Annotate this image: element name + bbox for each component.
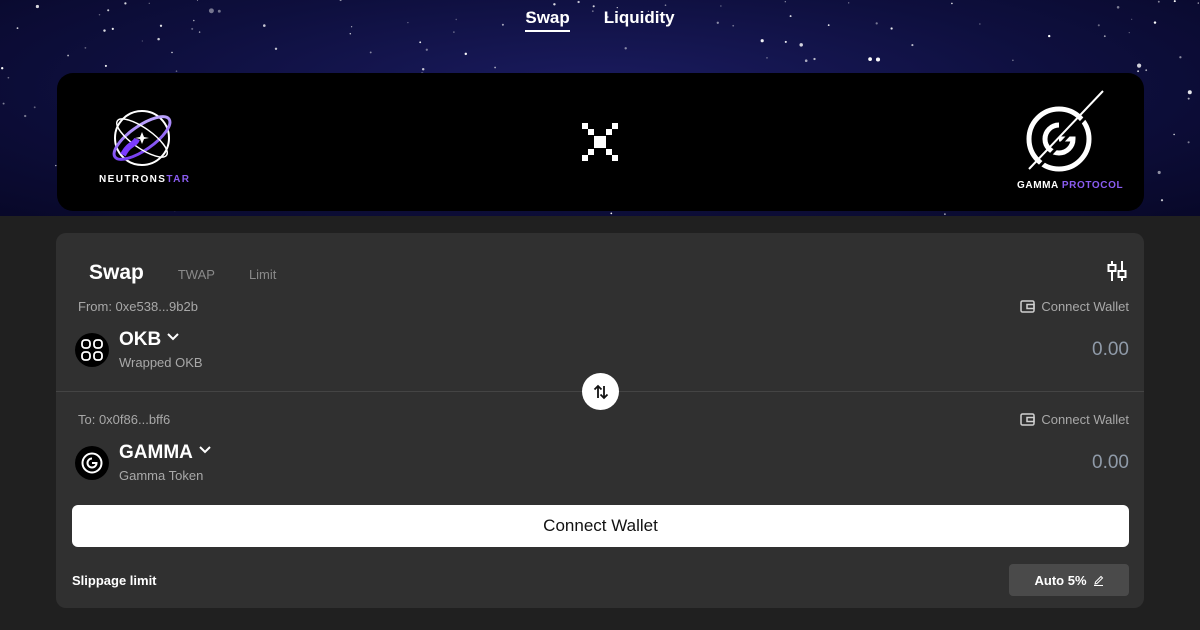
star <box>67 54 70 57</box>
partner-banner: NEUTRONSTAR GAMMA PROTOCOL <box>57 73 1144 211</box>
star <box>1145 69 1148 72</box>
star <box>2 102 5 105</box>
star <box>141 40 143 42</box>
star <box>911 44 914 47</box>
star <box>944 213 946 215</box>
from-connect-wallet-link[interactable]: Connect Wallet <box>1020 299 1129 314</box>
to-token-name: Gamma Token <box>119 468 204 483</box>
gamma-protocol-wordmark: GAMMA PROTOCOL <box>1017 180 1124 191</box>
tab-twap[interactable]: TWAP <box>178 267 215 282</box>
wallet-icon <box>1020 413 1036 426</box>
to-connect-wallet-link[interactable]: Connect Wallet <box>1020 412 1129 427</box>
tab-swap-mode[interactable]: Swap <box>89 261 144 285</box>
star <box>24 114 27 118</box>
to-amount-input[interactable]: 0.00 <box>1092 452 1129 474</box>
swap-mode-tabs: Swap TWAP Limit <box>89 261 276 285</box>
swap-arrows-icon <box>593 384 608 399</box>
connect-wallet-button[interactable]: Connect Wallet <box>72 505 1129 547</box>
slippage-button[interactable]: Auto 5% <box>1009 564 1129 596</box>
from-connect-wallet-label: Connect Wallet <box>1041 299 1129 314</box>
swap-direction-button[interactable] <box>582 373 619 410</box>
chevron-down-icon <box>199 446 211 454</box>
star <box>766 57 768 59</box>
chevron-down-icon <box>167 333 179 341</box>
star <box>421 68 425 71</box>
star <box>784 40 787 43</box>
neutronstar-wordmark: NEUTRONSTAR <box>99 174 191 185</box>
from-token-name-row[interactable]: OKB <box>119 329 203 351</box>
star <box>1187 141 1190 144</box>
star <box>799 43 803 47</box>
tab-limit[interactable]: Limit <box>249 267 276 282</box>
to-connect-wallet-label: Connect Wallet <box>1041 412 1129 427</box>
star <box>84 46 87 49</box>
star <box>274 47 278 50</box>
from-token-name: Wrapped OKB <box>119 355 203 370</box>
wallet-icon <box>1020 300 1036 313</box>
from-address-label: From: 0xe538...9b2b <box>78 299 198 314</box>
star <box>104 64 107 67</box>
star <box>1187 90 1192 95</box>
star <box>1137 63 1142 68</box>
to-address-label: To: 0x0f86...bff6 <box>78 412 171 427</box>
star <box>494 66 496 69</box>
swap-card: Swap TWAP Limit From: 0xe538...9b2b Conn… <box>56 233 1144 608</box>
star <box>875 57 881 62</box>
star <box>171 51 173 54</box>
star <box>464 52 468 56</box>
gamma-token-icon <box>75 445 109 480</box>
cross-icon <box>582 123 618 161</box>
star <box>175 70 178 72</box>
star <box>1 67 4 70</box>
star <box>1160 199 1164 202</box>
star <box>610 212 613 215</box>
star <box>813 57 816 61</box>
from-amount-input[interactable]: 0.00 <box>1092 339 1129 361</box>
tab-swap[interactable]: Swap <box>525 8 570 32</box>
slippage-value: Auto 5% <box>1034 572 1087 588</box>
star <box>425 48 428 51</box>
gamma-protocol-logo <box>1026 90 1104 172</box>
star <box>804 59 808 62</box>
star <box>1137 70 1140 73</box>
star <box>7 76 10 79</box>
star <box>369 51 372 54</box>
star <box>33 106 36 109</box>
from-token-symbol: OKB <box>119 329 162 350</box>
to-token-name-row[interactable]: GAMMA <box>119 442 211 464</box>
slippage-label: Slippage limit <box>72 573 157 588</box>
star <box>1179 56 1182 59</box>
star <box>1187 97 1190 100</box>
star <box>1157 170 1161 175</box>
star <box>868 57 872 61</box>
to-token-symbol: GAMMA <box>119 442 193 463</box>
settings-sliders-icon[interactable] <box>1106 260 1128 282</box>
star <box>1173 133 1175 136</box>
top-nav: Swap Liquidity <box>0 0 1200 40</box>
star <box>624 47 627 50</box>
okb-icon <box>75 332 109 367</box>
from-token-selector[interactable]: OKB Wrapped OKB <box>75 329 203 370</box>
to-token-selector[interactable]: GAMMA Gamma Token <box>75 442 211 483</box>
star <box>419 41 422 44</box>
tab-liquidity[interactable]: Liquidity <box>604 8 675 32</box>
star <box>1012 59 1014 62</box>
edit-pencil-icon <box>1093 575 1103 586</box>
